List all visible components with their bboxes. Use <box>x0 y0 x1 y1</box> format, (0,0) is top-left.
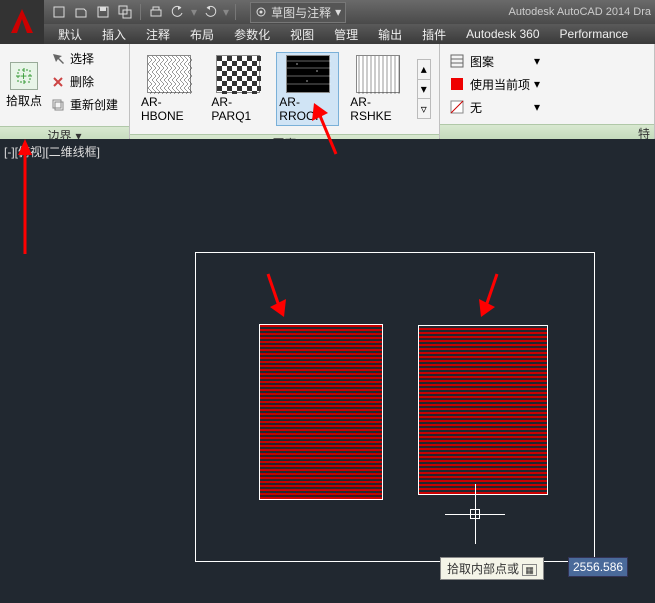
none-icon <box>448 98 466 116</box>
menu-layout[interactable]: 布局 <box>180 24 224 45</box>
select-icon <box>50 51 66 67</box>
titlebar: ▾ ▾ 草图与注释 ▾ Autodesk AutoCAD 2014 Dra <box>0 0 655 24</box>
recreate-button[interactable]: 重新创建 <box>46 94 122 115</box>
svg-text:+: + <box>20 69 27 83</box>
pick-points-icon: + <box>10 62 38 90</box>
workspace-dropdown[interactable]: 草图与注释 ▾ <box>250 2 346 23</box>
delete-icon <box>50 74 66 90</box>
workspace-label: 草图与注释 <box>271 4 331 21</box>
hatch-type-icon <box>448 52 466 70</box>
chevron-down-icon: ▾ <box>534 77 544 91</box>
pattern-swatch-icon <box>356 55 400 93</box>
prop-color[interactable]: 使用当前项▾ <box>448 73 544 95</box>
gear-icon <box>255 6 267 18</box>
color-swatch-icon <box>448 75 466 93</box>
drawing-frame <box>195 252 595 562</box>
scroll-up-icon[interactable]: ▴ <box>418 60 430 80</box>
pattern-ar-hbone[interactable]: AR-HBONE <box>138 52 200 126</box>
qat-saveas-icon[interactable] <box>116 3 134 21</box>
pick-points-label: 拾取点 <box>6 92 42 109</box>
expand-gallery-icon[interactable]: ▿ <box>418 99 430 118</box>
delete-button[interactable]: 删除 <box>46 71 122 92</box>
qat-open-icon[interactable] <box>72 3 90 21</box>
menu-output[interactable]: 输出 <box>368 24 412 45</box>
pattern-swatch-icon <box>147 55 191 93</box>
app-title: Autodesk AutoCAD 2014 Dra <box>509 6 651 18</box>
hatch-area-2 <box>418 325 548 495</box>
menubar: 默认 插入 注释 布局 参数化 视图 管理 输出 插件 Autodesk 360… <box>0 24 655 44</box>
qat-save-icon[interactable] <box>94 3 112 21</box>
scroll-down-icon[interactable]: ▾ <box>418 80 430 100</box>
command-tooltip: 拾取内部点或 ▦ <box>440 557 544 580</box>
menu-performance[interactable]: Performance <box>550 25 639 43</box>
recreate-icon <box>50 97 66 113</box>
qat-undo-icon[interactable] <box>169 3 187 21</box>
pattern-swatch-icon <box>286 55 330 93</box>
chevron-down-icon: ▾ <box>534 100 544 114</box>
menu-plugins[interactable]: 插件 <box>412 24 456 45</box>
hatch-area-1 <box>259 324 383 500</box>
app-logo[interactable] <box>0 0 44 44</box>
pattern-scroll: ▴ ▾ ▿ <box>417 59 431 119</box>
select-button[interactable]: 选择 <box>46 48 122 69</box>
menu-view[interactable]: 视图 <box>280 24 324 45</box>
menu-annotate[interactable]: 注释 <box>136 24 180 45</box>
qat-redo-icon[interactable] <box>201 3 219 21</box>
menu-a360[interactable]: Autodesk 360 <box>456 25 549 43</box>
pattern-ar-parq1[interactable]: AR-PARQ1 <box>208 52 268 126</box>
chevron-down-icon: ▾ <box>335 5 341 19</box>
pattern-ar-rshke[interactable]: AR-RSHKE <box>347 52 408 126</box>
panel-properties: 图案▾ 使用当前项▾ 无▾ 特 <box>440 44 655 138</box>
dynamic-input-icon: ▦ <box>522 564 537 576</box>
qat-new-icon[interactable] <box>50 3 68 21</box>
menu-parametric[interactable]: 参数化 <box>224 24 280 45</box>
drawing-canvas[interactable]: [-][俯视][二维线框] 拾取内部点或 ▦ 2556.586 <box>0 139 655 603</box>
prop-pattern-type[interactable]: 图案▾ <box>448 50 544 72</box>
panel-boundary: + 拾取点 选择 删除 重新创建 边界▾ <box>0 44 130 138</box>
menu-manage[interactable]: 管理 <box>324 24 368 45</box>
menu-insert[interactable]: 插入 <box>92 24 136 45</box>
pattern-swatch-icon <box>216 55 260 93</box>
coordinate-input[interactable]: 2556.586 <box>568 557 628 577</box>
chevron-down-icon: ▾ <box>534 54 544 68</box>
menu-default[interactable]: 默认 <box>48 24 92 45</box>
panel-pattern: AR-HBONE AR-PARQ1 AR-RROOF AR-RSHKE ▴ ▾ … <box>130 44 440 138</box>
pattern-ar-rroof[interactable]: AR-RROOF <box>276 52 339 126</box>
prop-background[interactable]: 无▾ <box>448 96 544 118</box>
view-label[interactable]: [-][俯视][二维线框] <box>4 143 100 160</box>
qat-print-icon[interactable] <box>147 3 165 21</box>
ribbon: + 拾取点 选择 删除 重新创建 边界▾ AR-HBONE AR-PARQ1 A… <box>0 44 655 139</box>
pick-points-button[interactable]: + 拾取点 <box>6 50 42 120</box>
